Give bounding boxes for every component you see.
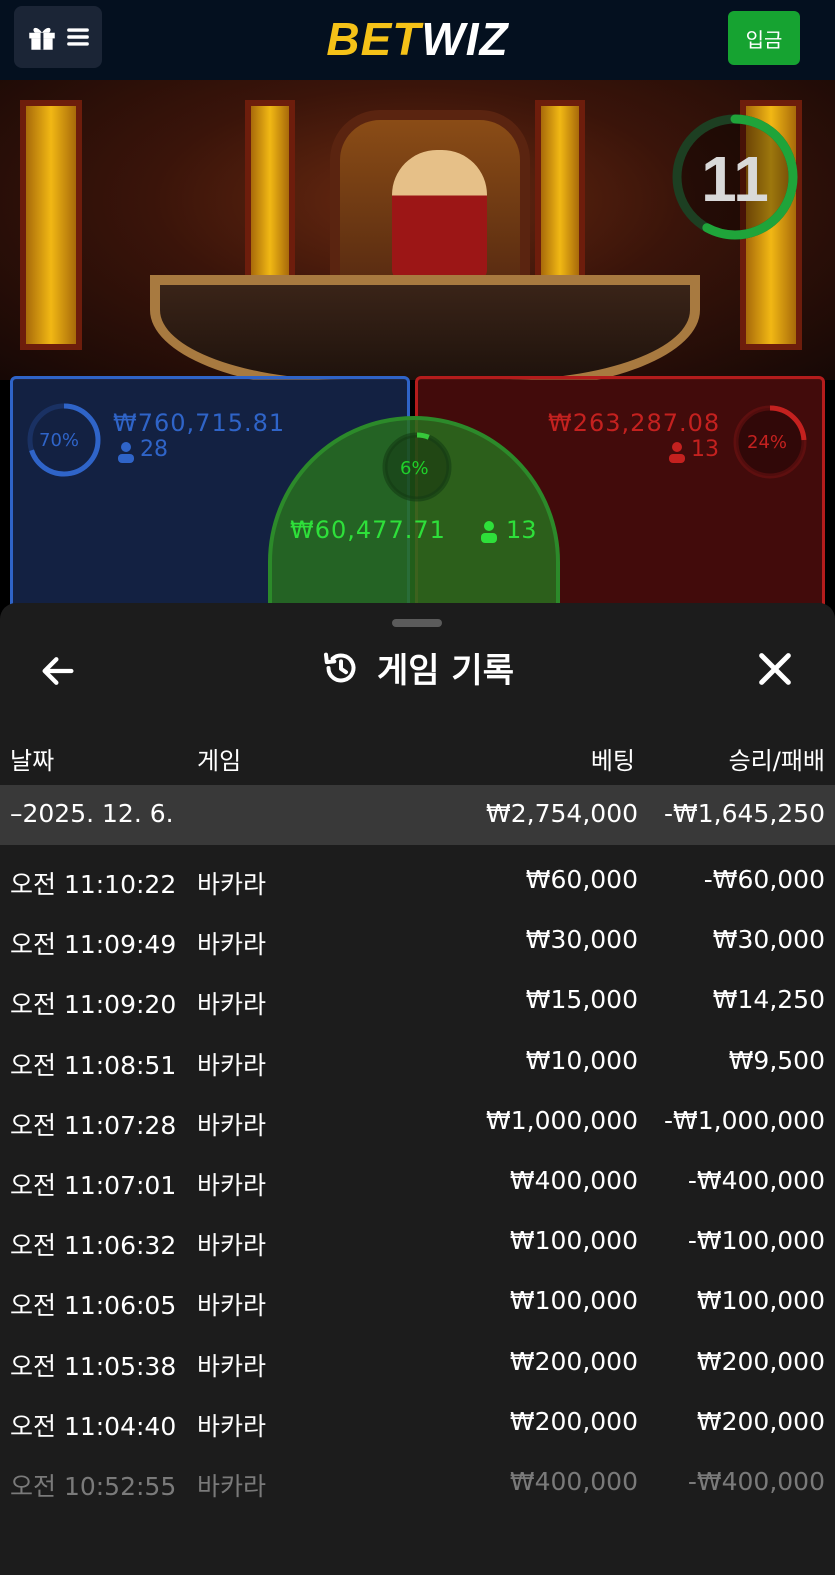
- history-row[interactable]: 오전 11:10:22 바카라 ₩60,000 -₩60,000: [0, 851, 835, 911]
- history-row-bet: ₩60,000: [525, 865, 638, 894]
- banker-percent: 24%: [747, 432, 788, 453]
- history-row[interactable]: 오전 11:05:38 바카라 ₩200,000 ₩200,000: [0, 1333, 835, 1393]
- history-row-game: 바카라: [197, 1050, 267, 1080]
- decor-pillar: [535, 100, 585, 300]
- history-row-game: 바카라: [197, 990, 267, 1020]
- close-icon[interactable]: [755, 649, 795, 689]
- decor-pillar: [20, 100, 82, 350]
- game-history-sheet: 게임 기록 날짜 게임 베팅 승리/패배 –2025. 12. 6. ₩2,75…: [0, 603, 835, 1575]
- tie-amount: ₩60,477.71: [290, 516, 446, 544]
- user-icon: [481, 521, 497, 543]
- history-row-result: ₩200,000: [696, 1346, 825, 1376]
- history-row-time: 오전 11:04:40: [10, 1411, 177, 1441]
- column-header-date: 날짜: [10, 747, 55, 775]
- history-row-time: 오전 11:06:32: [10, 1231, 177, 1261]
- history-row-bet: ₩400,000: [509, 1467, 638, 1496]
- column-header-game: 게임: [197, 747, 242, 775]
- history-row-result: ₩30,000: [712, 925, 825, 955]
- sheet-drag-handle[interactable]: [392, 619, 442, 627]
- history-row-time: 오전 11:06:05: [10, 1291, 177, 1321]
- history-row[interactable]: 오전 11:08:51 바카라 ₩10,000 ₩9,500: [0, 1032, 835, 1092]
- history-row-result: ₩14,250: [712, 985, 825, 1015]
- history-row[interactable]: 오전 11:04:40 바카라 ₩200,000 ₩200,000: [0, 1393, 835, 1453]
- history-title: 게임 기록: [377, 651, 514, 691]
- sheet-title: 게임 기록: [0, 643, 835, 692]
- date-group-bet: ₩2,754,000: [486, 799, 638, 828]
- history-row[interactable]: 오전 11:09:20 바카라 ₩15,000 ₩14,250: [0, 971, 835, 1031]
- history-row-game: 바카라: [197, 870, 267, 899]
- history-row-time: 오전 11:07:01: [10, 1171, 177, 1200]
- history-row[interactable]: 오전 11:09:49 바카라 ₩30,000 ₩30,000: [0, 911, 835, 971]
- history-row-time: 오전 11:09:49: [10, 930, 177, 960]
- date-group-label: –2025. 12. 6.: [10, 799, 174, 828]
- history-clock-icon: [324, 652, 356, 682]
- history-row-bet: ₩1,000,000: [486, 1105, 638, 1135]
- date-group-row[interactable]: –2025. 12. 6. ₩2,754,000 -₩1,645,250: [0, 785, 835, 845]
- betwiz-logo[interactable]: BETWIZ: [0, 12, 835, 66]
- history-row-game: 바카라: [197, 1291, 267, 1321]
- history-row-result: ₩9,500: [728, 1045, 825, 1075]
- history-row-game: 바카라: [197, 1110, 267, 1140]
- user-icon: [118, 442, 134, 463]
- top-bar: BETWIZ 입금: [0, 0, 835, 80]
- player-count: 28: [140, 437, 168, 462]
- history-row-time: 오전 11:09:20: [10, 990, 177, 1020]
- history-row-result: -₩1,000,000: [664, 1105, 825, 1135]
- user-icon: [669, 442, 685, 463]
- history-row-game: 바카라: [197, 1411, 267, 1441]
- history-row[interactable]: 오전 10:52:55 바카라 ₩400,000 -₩400,000: [0, 1453, 835, 1513]
- history-row[interactable]: 오전 11:07:28 바카라 ₩1,000,000 -₩1,000,000: [0, 1092, 835, 1152]
- history-row-game: 바카라: [197, 930, 267, 960]
- decor-pillar: [245, 100, 295, 300]
- banker-amount: ₩263,287.08: [548, 409, 721, 437]
- history-row-result: ₩100,000: [696, 1286, 825, 1316]
- baccarat-table: [150, 275, 700, 380]
- history-row-bet: ₩200,000: [509, 1406, 638, 1436]
- history-row-game: 바카라: [197, 1351, 267, 1381]
- column-header-bet: 베팅: [590, 747, 635, 775]
- history-row-time: 오전 11:05:38: [10, 1351, 177, 1381]
- history-row-result: -₩100,000: [687, 1226, 825, 1256]
- tie-count: 13: [506, 516, 537, 544]
- countdown-timer-value: 11: [701, 143, 769, 215]
- history-row-bet: ₩100,000: [509, 1226, 638, 1256]
- history-row-time: 오전 11:08:51: [10, 1050, 177, 1080]
- history-row-game: 바카라: [197, 1472, 267, 1501]
- history-row-time: 오전 11:07:28: [10, 1110, 177, 1140]
- history-row[interactable]: 오전 11:06:05 바카라 ₩100,000 ₩100,000: [0, 1272, 835, 1332]
- deposit-button[interactable]: 입금: [728, 11, 800, 65]
- history-row-result: -₩400,000: [687, 1467, 825, 1496]
- banker-count: 13: [691, 437, 719, 462]
- history-row-bet: ₩30,000: [525, 925, 638, 955]
- history-row-time: 오전 10:52:55: [10, 1472, 177, 1501]
- history-row-bet: ₩10,000: [525, 1045, 638, 1075]
- history-row[interactable]: 오전 11:07:01 바카라 ₩400,000 -₩400,000: [0, 1152, 835, 1212]
- column-header-result: 승리/패배: [728, 747, 825, 775]
- betting-panel: 70% ₩760,715.81 28 ₩263,287.08 13 24% 6%…: [0, 376, 835, 646]
- history-row-result: ₩200,000: [696, 1406, 825, 1436]
- history-row-result: -₩60,000: [703, 865, 825, 894]
- history-row-game: 바카라: [197, 1171, 267, 1200]
- history-row-game: 바카라: [197, 1231, 267, 1261]
- dealer: [392, 150, 487, 280]
- history-row-bet: ₩100,000: [509, 1286, 638, 1316]
- player-amount: ₩760,715.81: [113, 409, 286, 437]
- history-row-time: 오전 11:10:22: [10, 870, 177, 899]
- history-row[interactable]: 오전 11:06:32 바카라 ₩100,000 -₩100,000: [0, 1212, 835, 1272]
- player-percent: 70%: [39, 430, 80, 451]
- tie-percent: 6%: [400, 458, 429, 479]
- history-row-bet: ₩200,000: [509, 1346, 638, 1376]
- history-row-result: -₩400,000: [687, 1166, 825, 1195]
- history-row-bet: ₩15,000: [525, 985, 638, 1015]
- date-group-result: -₩1,645,250: [664, 799, 825, 828]
- history-row-bet: ₩400,000: [509, 1166, 638, 1195]
